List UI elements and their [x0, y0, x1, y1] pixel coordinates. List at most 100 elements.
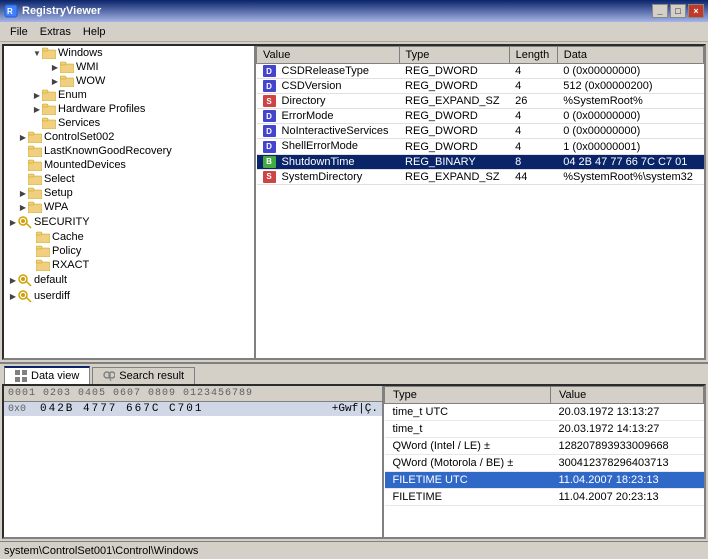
values-panel[interactable]: Type Value time_t UTC 20.03.1972 13:13:2…	[384, 386, 704, 537]
cell-data: %SystemRoot%	[557, 94, 703, 109]
cell-type: REG_DWORD	[399, 109, 509, 124]
expand-icon[interactable]: ▶	[8, 291, 18, 301]
tree-item-cache[interactable]: Cache	[4, 230, 254, 244]
cell-type: QWord (Motorola / BE) ±	[385, 455, 551, 472]
tree-item-wmi[interactable]: ▶ WMI	[4, 60, 254, 74]
list-item[interactable]: FILETIME UTC 11.04.2007 18:23:13	[385, 472, 704, 489]
menu-file[interactable]: File	[4, 24, 34, 40]
tree-item-wow[interactable]: ▶ WOW	[4, 74, 254, 88]
list-item[interactable]: QWord (Intel / LE) ± 128207893933009668	[385, 438, 704, 455]
expand-icon[interactable]: ▶	[8, 217, 18, 227]
cell-length: 4	[509, 79, 557, 94]
val-col-type[interactable]: Type	[385, 387, 551, 404]
window-controls: _ □ ×	[652, 4, 704, 18]
table-row[interactable]: D ShellErrorMode REG_DWORD 4 1 (0x000000…	[257, 139, 704, 154]
tree-label-userdiff: userdiff	[34, 290, 70, 302]
expand-icon[interactable]: ▶	[32, 90, 42, 100]
registry-table[interactable]: Value Type Length Data D CSDReleaseType …	[256, 46, 704, 358]
val-col-value[interactable]: Value	[550, 387, 703, 404]
tree-item-lastknowngoodrecovery[interactable]: LastKnownGoodRecovery	[4, 144, 254, 158]
cell-data: 0 (0x00000000)	[557, 64, 703, 79]
cell-value: 128207893933009668	[550, 438, 703, 455]
expand-icon	[18, 146, 28, 156]
cell-value: 11.04.2007 18:23:13	[550, 472, 703, 489]
table-row[interactable]: D CSDVersion REG_DWORD 4 512 (0x00000200…	[257, 79, 704, 94]
col-length[interactable]: Length	[509, 47, 557, 64]
tree-item-default[interactable]: ▶ default	[4, 272, 254, 288]
table-row[interactable]: B ShutdownTime REG_BINARY 8 04 2B 47 77 …	[257, 154, 704, 169]
expand-icon[interactable]: ▶	[32, 104, 42, 114]
folder-icon	[42, 89, 56, 101]
key-icon	[18, 215, 32, 229]
list-item[interactable]: QWord (Motorola / BE) ± 3004123782964037…	[385, 455, 704, 472]
tree-label-windows: Windows	[58, 47, 103, 59]
table-row[interactable]: D NoInteractiveServices REG_DWORD 4 0 (0…	[257, 124, 704, 139]
cell-value: 20.03.1972 14:13:27	[550, 421, 703, 438]
cell-length: 26	[509, 94, 557, 109]
folder-icon	[28, 131, 42, 143]
expand-icon	[26, 232, 36, 242]
hex-addr: 0x0	[8, 404, 40, 415]
minimize-button[interactable]: _	[652, 4, 668, 18]
tree-item-services[interactable]: Services	[4, 116, 254, 130]
table-row[interactable]: S Directory REG_EXPAND_SZ 26 %SystemRoot…	[257, 94, 704, 109]
hex-row[interactable]: 0x0 042B 4777 667C C701 +Gwf|Ç.	[4, 402, 382, 416]
cell-value: B ShutdownTime	[257, 154, 400, 169]
menu-extras[interactable]: Extras	[34, 24, 77, 40]
col-data[interactable]: Data	[557, 47, 703, 64]
cell-length: 4	[509, 109, 557, 124]
expand-icon[interactable]: ▶	[8, 275, 18, 285]
tree-item-windows[interactable]: ▼ Windows	[4, 46, 254, 60]
list-item[interactable]: FILETIME 11.04.2007 20:23:13	[385, 489, 704, 506]
cell-length: 8	[509, 154, 557, 169]
maximize-button[interactable]: □	[670, 4, 686, 18]
list-item[interactable]: time_t UTC 20.03.1972 13:13:27	[385, 404, 704, 421]
tree-item-policy[interactable]: Policy	[4, 244, 254, 258]
cell-value: 11.04.2007 20:23:13	[550, 489, 703, 506]
cell-value: D CSDReleaseType	[257, 64, 400, 79]
expand-icon[interactable]: ▶	[18, 188, 28, 198]
list-item[interactable]: time_t 20.03.1972 14:13:27	[385, 421, 704, 438]
tab-data-view[interactable]: Data view	[4, 366, 90, 384]
expand-icon[interactable]: ▶	[18, 132, 28, 142]
expand-icon[interactable]: ▶	[50, 62, 60, 72]
tab-search-result[interactable]: Search result	[92, 367, 195, 384]
tree-panel: ▼ Windows ▶ WMI ▶	[4, 46, 256, 358]
tree-item-hardware-profiles[interactable]: ▶ Hardware Profiles	[4, 102, 254, 116]
cell-value: D ErrorMode	[257, 109, 400, 124]
cell-value: D ShellErrorMode	[257, 139, 400, 154]
cell-type: REG_DWORD	[399, 124, 509, 139]
binoculars-icon	[103, 370, 115, 382]
expand-icon	[18, 160, 28, 170]
hex-header: 0001 0203 0405 0607 0809 0123456789	[4, 386, 382, 402]
tree-item-wpa[interactable]: ▶ WPA	[4, 200, 254, 214]
cell-data: 1 (0x00000001)	[557, 139, 703, 154]
tree-item-rxact[interactable]: RXACT	[4, 258, 254, 272]
expand-icon[interactable]	[32, 118, 42, 128]
expand-icon[interactable]: ▶	[50, 76, 60, 86]
tree-item-controlset002[interactable]: ▶ ControlSet002	[4, 130, 254, 144]
tree-scroll[interactable]: ▼ Windows ▶ WMI ▶	[4, 46, 254, 358]
table-row[interactable]: S SystemDirectory REG_EXPAND_SZ 44 %Syst…	[257, 169, 704, 184]
tree-item-enum[interactable]: ▶ Enum	[4, 88, 254, 102]
close-button[interactable]: ×	[688, 4, 704, 18]
tree-label-enum: Enum	[58, 89, 87, 101]
col-type[interactable]: Type	[399, 47, 509, 64]
cell-value: S SystemDirectory	[257, 169, 400, 184]
tree-label-mounteddevices: MountedDevices	[44, 159, 126, 171]
table-row[interactable]: D ErrorMode REG_DWORD 4 0 (0x00000000)	[257, 109, 704, 124]
menu-help[interactable]: Help	[77, 24, 112, 40]
cell-type: FILETIME UTC	[385, 472, 551, 489]
expand-icon[interactable]: ▶	[18, 202, 28, 212]
tree-item-mounteddevices[interactable]: MountedDevices	[4, 158, 254, 172]
tree-item-security[interactable]: ▶ SECURITY	[4, 214, 254, 230]
tree-item-select[interactable]: Select	[4, 172, 254, 186]
tree-item-userdiff[interactable]: ▶ userdiff	[4, 288, 254, 304]
col-value[interactable]: Value	[257, 47, 400, 64]
table-row[interactable]: D CSDReleaseType REG_DWORD 4 0 (0x000000…	[257, 64, 704, 79]
folder-icon	[28, 159, 42, 171]
expand-icon[interactable]: ▼	[32, 48, 42, 58]
cell-type: FILETIME	[385, 489, 551, 506]
folder-icon	[36, 231, 50, 243]
tree-item-setup[interactable]: ▶ Setup	[4, 186, 254, 200]
